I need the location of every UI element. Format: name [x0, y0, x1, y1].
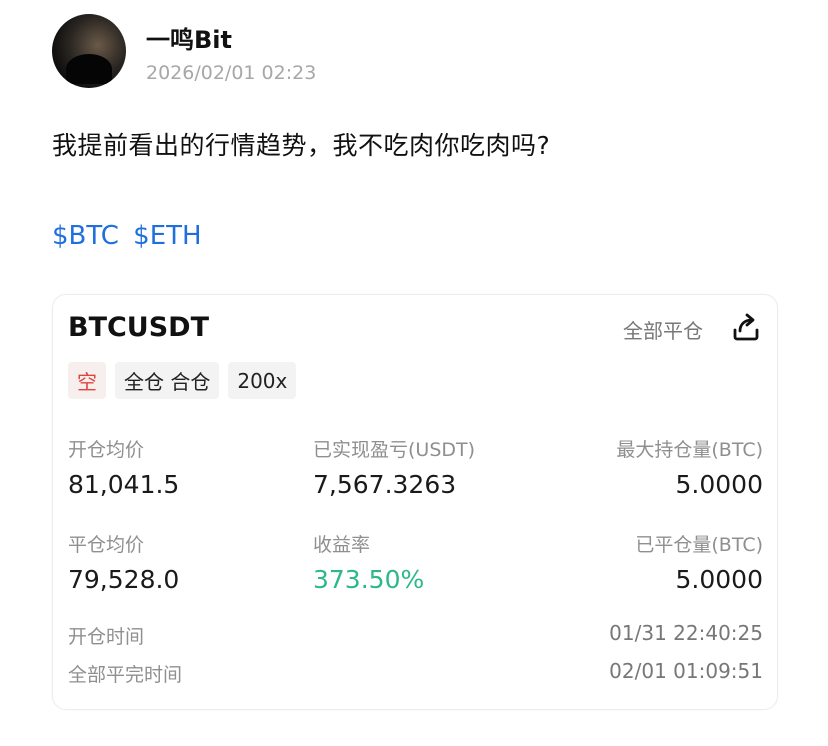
closed-position-label: 已平仓量(BTC) — [635, 534, 763, 556]
close-avg-price: 79,528.0 — [68, 565, 180, 594]
direction-badge: 空 — [68, 362, 106, 399]
tag-eth[interactable]: $ETH — [133, 221, 201, 251]
leverage-badge: 200x — [228, 362, 297, 399]
position-tags: 空 全仓 合仓 200x — [68, 362, 297, 399]
close-time: 02/01 01:09:51 — [609, 659, 763, 683]
margin-mode-badge: 全仓 合仓 — [115, 362, 220, 399]
ticker-tags: $BTC $ETH — [52, 221, 208, 251]
symbol: BTCUSDT — [68, 312, 210, 343]
avatar[interactable] — [52, 14, 126, 88]
realized-pnl-label: 已实现盈亏(USDT) — [313, 439, 476, 461]
username[interactable]: 一鸣Bit — [146, 20, 232, 55]
tag-btc[interactable]: $BTC — [52, 221, 119, 251]
post-timestamp: 2026/02/01 02:23 — [146, 62, 317, 84]
share-icon[interactable] — [729, 311, 763, 345]
position-card[interactable]: BTCUSDT 全部平仓 空 全仓 合仓 200x 开仓均价 81,041.5 … — [52, 294, 778, 710]
open-avg-price-label: 开仓均价 — [68, 439, 145, 461]
max-position-label: 最大持仓量(BTC) — [616, 439, 763, 461]
realized-pnl: 7,567.3263 — [313, 470, 457, 499]
close-avg-price-label: 平仓均价 — [68, 534, 145, 556]
close-time-label: 全部平完时间 — [68, 664, 183, 686]
max-position: 5.0000 — [675, 470, 763, 499]
roi-label: 收益率 — [313, 534, 371, 556]
open-time-label: 开仓时间 — [68, 626, 145, 648]
close-all-button[interactable]: 全部平仓 — [623, 315, 703, 344]
roi: 373.50% — [313, 565, 425, 594]
open-avg-price: 81,041.5 — [68, 470, 180, 499]
open-time: 01/31 22:40:25 — [609, 621, 763, 645]
post-text: 我提前看出的行情趋势，我不吃肉你吃肉吗? — [52, 131, 551, 160]
closed-position: 5.0000 — [675, 565, 763, 594]
